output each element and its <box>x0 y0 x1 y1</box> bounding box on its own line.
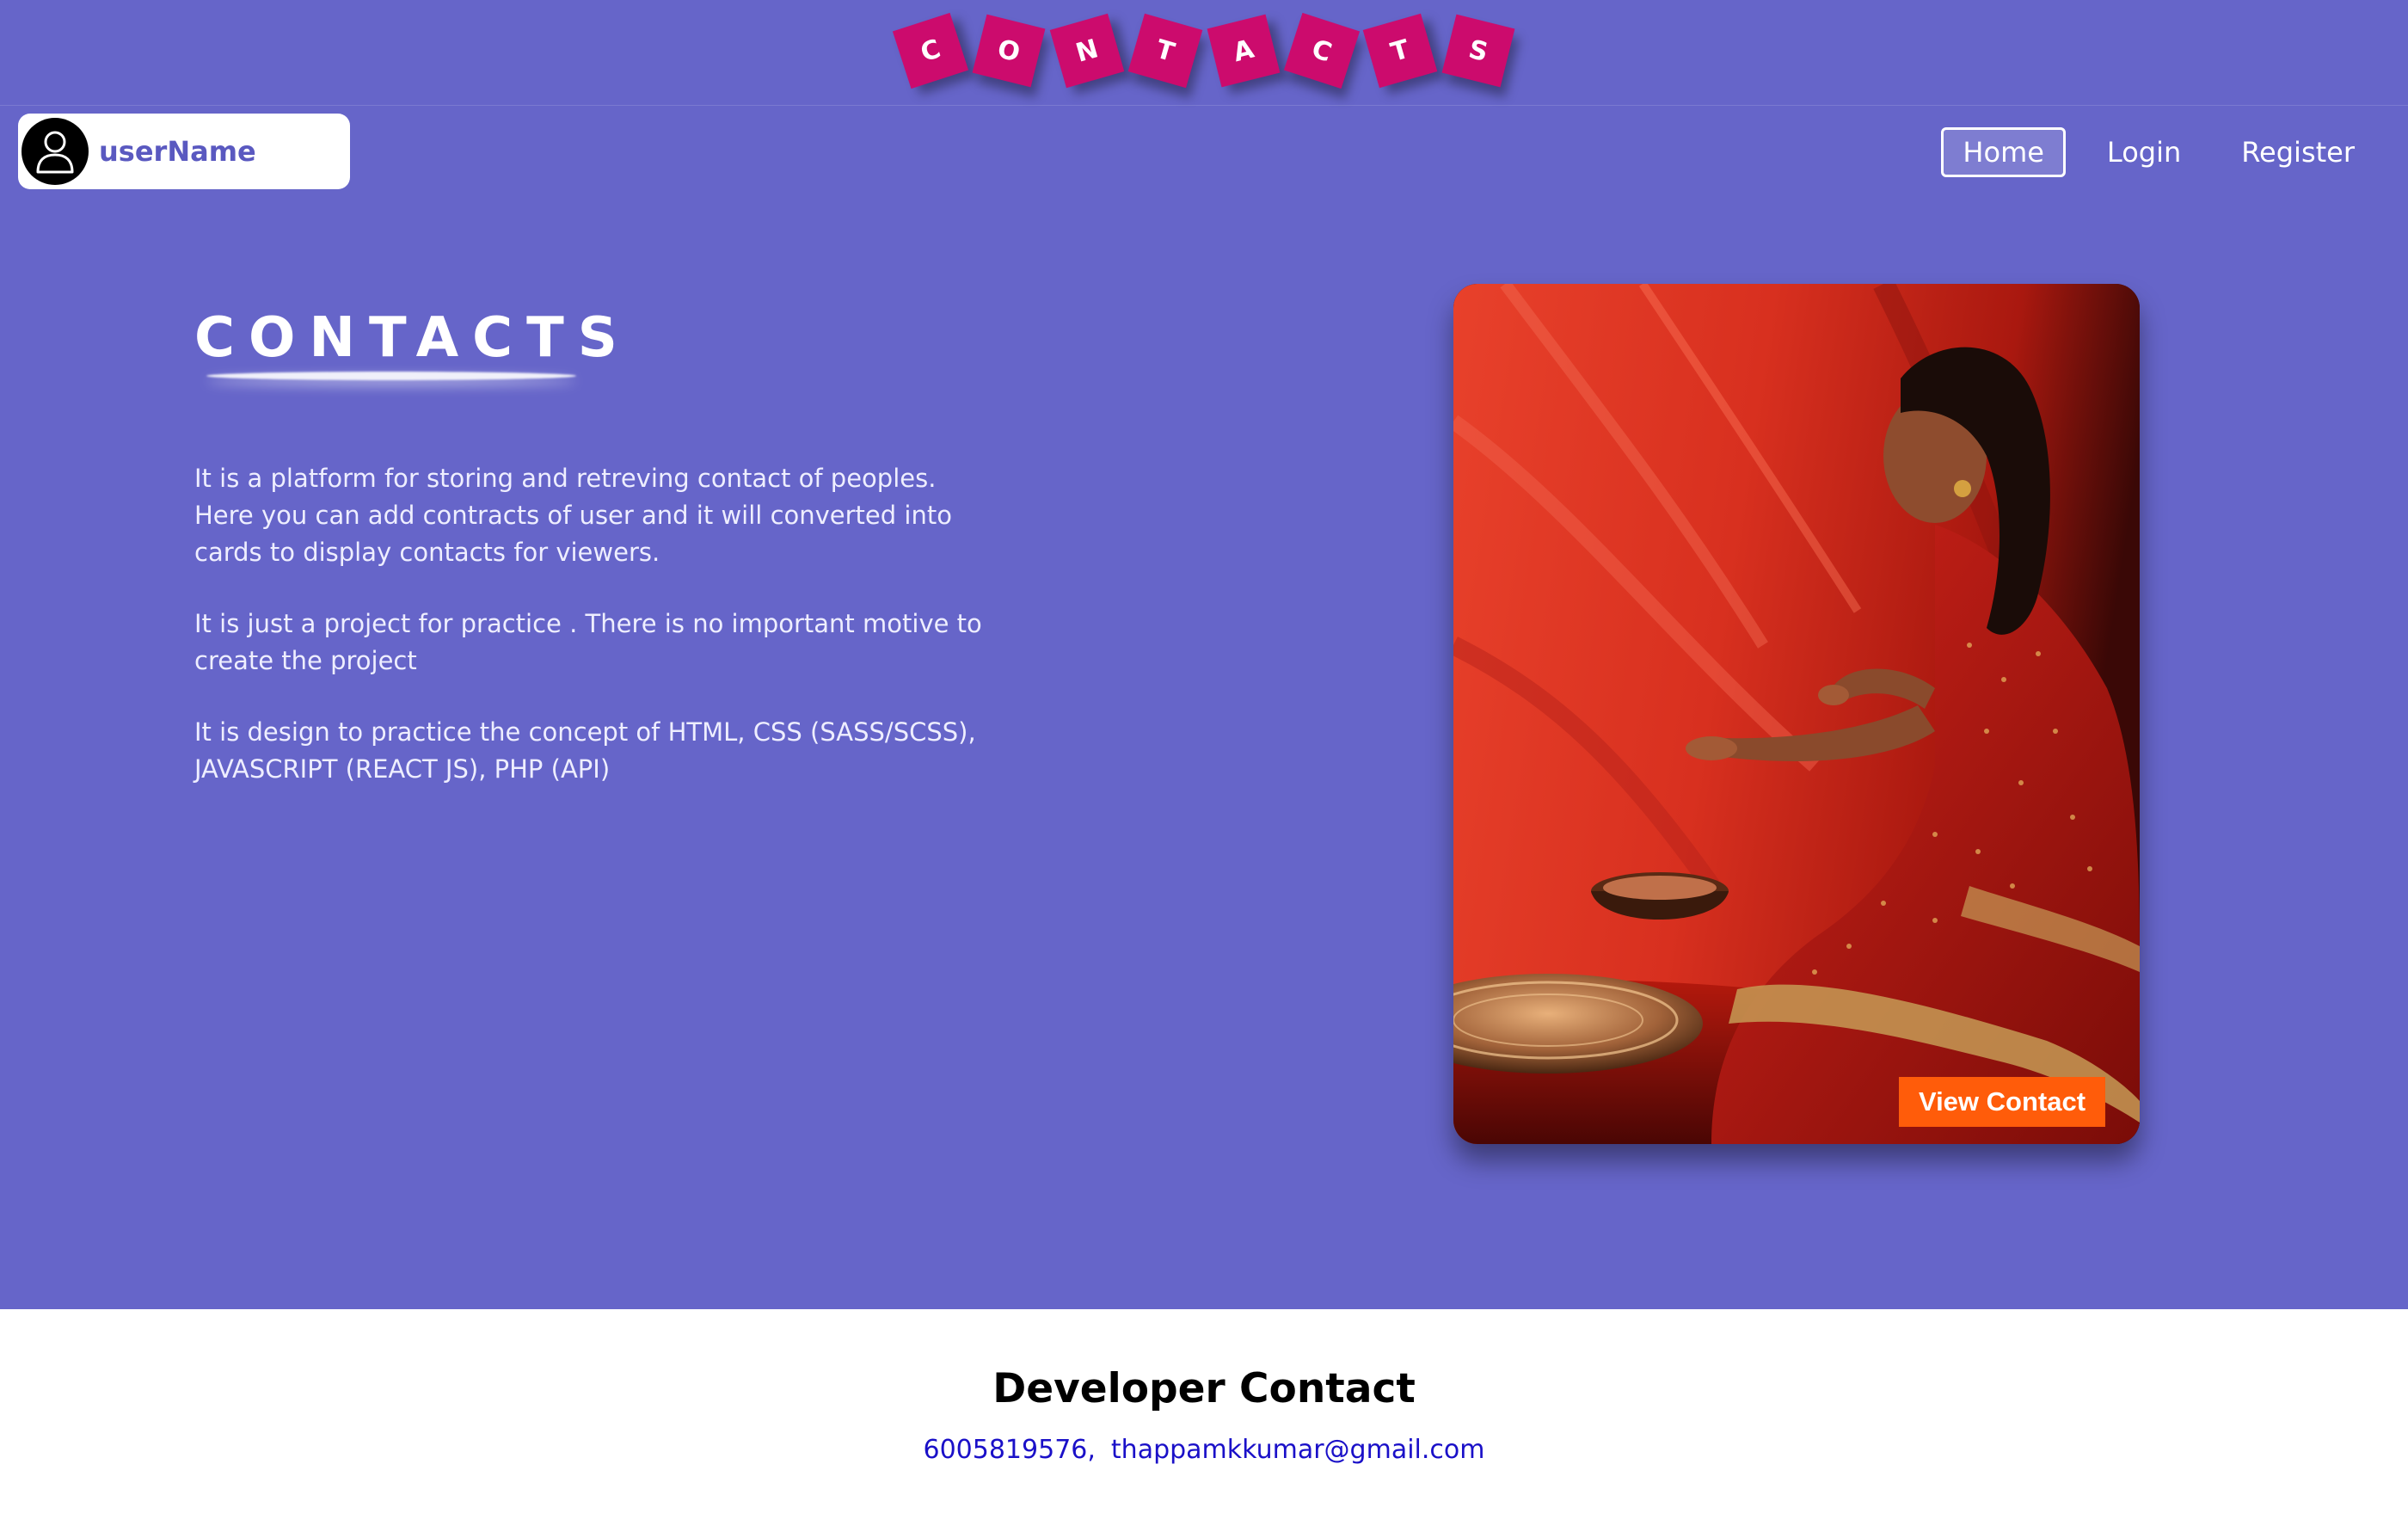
logo-tile: A <box>1207 14 1280 88</box>
footer: Developer Contact 6005819576, thappamkkum… <box>0 1309 2408 1538</box>
logo-tile: C <box>1283 12 1360 89</box>
footer-title: Developer Contact <box>992 1365 1416 1412</box>
user-badge[interactable]: userName <box>18 114 350 189</box>
header-banner: C O N T A C T S <box>0 0 2408 106</box>
user-avatar-icon <box>22 118 89 185</box>
hero-paragraph: It is a platform for storing and retrevi… <box>194 464 952 567</box>
logo-tile: N <box>1049 13 1124 89</box>
contact-separator: , <box>1087 1435 1096 1465</box>
logo-tile: T <box>1362 13 1437 89</box>
logo-tiles: C O N T A C T S <box>0 12 2408 89</box>
developer-email-link[interactable]: thappamkkumar@gmail.com <box>1111 1435 1485 1465</box>
hero-title: CONTACTS <box>194 306 631 370</box>
user-name: userName <box>99 135 256 168</box>
nav-login[interactable]: Login <box>2088 127 2200 177</box>
logo-tile: S <box>1441 14 1514 88</box>
title-underline <box>206 372 576 380</box>
developer-phone-link[interactable]: 6005819576 <box>924 1435 1088 1465</box>
main-nav: Home Login Register <box>1941 126 2374 178</box>
card-photo <box>1453 284 2140 1144</box>
hero-paragraph: It is design to practice the concept of … <box>194 717 976 784</box>
footer-contacts: 6005819576, thappamkkumar@gmail.com <box>0 1435 2408 1465</box>
contact-card: View Contact <box>1453 284 2140 1144</box>
logo-tile: C <box>892 12 968 89</box>
hero-paragraph: It is just a project for practice . Ther… <box>194 609 982 675</box>
view-contact-button[interactable]: View Contact <box>1899 1077 2105 1127</box>
nav-register[interactable]: Register <box>2222 127 2374 177</box>
logo-tile: O <box>972 14 1045 88</box>
hero-description: It is a platform for storing and retrevi… <box>194 460 1003 822</box>
logo-tile: T <box>1127 13 1202 89</box>
nav-home[interactable]: Home <box>1941 127 2066 177</box>
